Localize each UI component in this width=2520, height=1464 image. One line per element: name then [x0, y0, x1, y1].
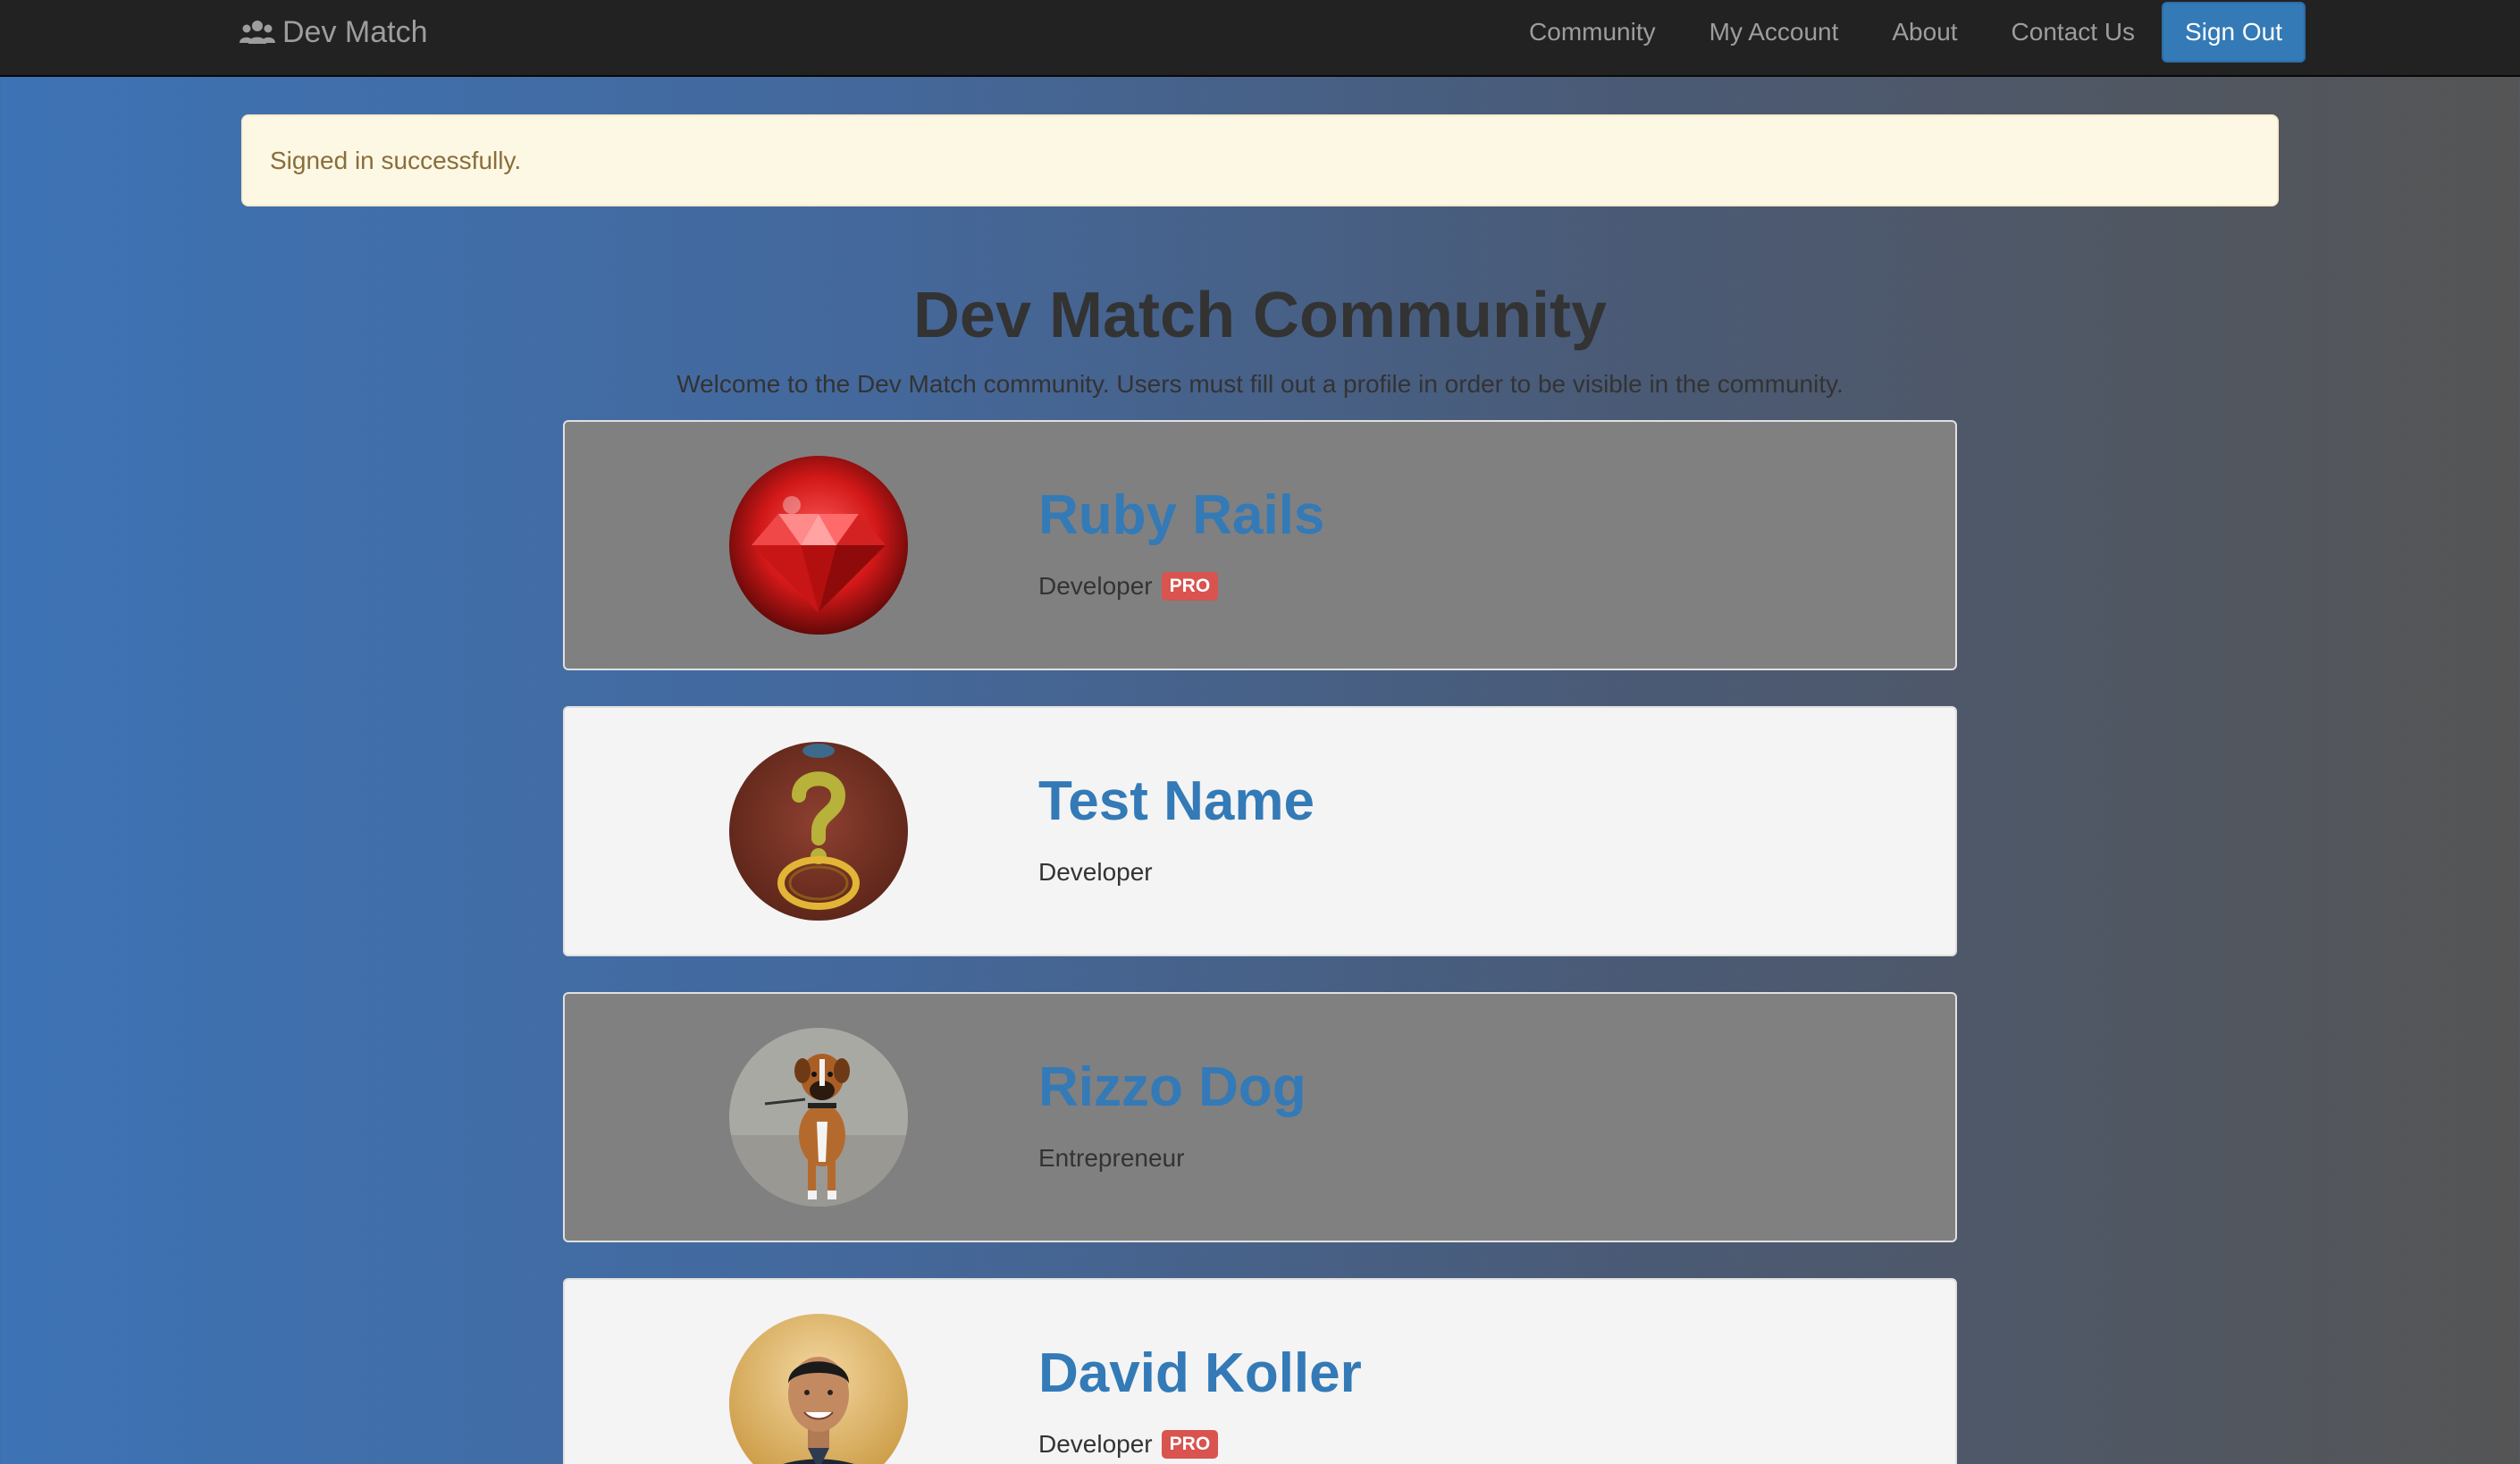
page-title: Dev Match Community — [912, 280, 1608, 351]
users-icon — [239, 19, 275, 46]
profile-role-label: Developer — [1038, 572, 1153, 600]
brand-link[interactable]: Dev Match — [239, 0, 428, 64]
profile-role-label: Developer — [1038, 1430, 1153, 1458]
profile-name-link[interactable]: David Koller — [1038, 1342, 1362, 1405]
flash-alert: Signed in successfully. — [241, 114, 2279, 206]
profile-card-david-koller[interactable]: David Koller Developer PRO — [563, 1278, 1957, 1464]
profile-role: Developer PRO — [1038, 1428, 1219, 1460]
profile-role-label: Entrepreneur — [1038, 1144, 1185, 1172]
profile-role-label: Developer — [1038, 858, 1153, 886]
pro-badge: PRO — [1161, 572, 1219, 601]
profile-name-link[interactable]: Ruby Rails — [1038, 484, 1324, 547]
profile-role: Developer — [1038, 856, 1153, 888]
profile-name-link[interactable]: Test Name — [1038, 770, 1315, 833]
pro-badge: PRO — [1161, 1430, 1219, 1459]
page-subtitle: Welcome to the Dev Match community. User… — [676, 370, 1844, 398]
profile-card-rizzo-dog[interactable]: Rizzo Dog Entrepreneur — [563, 992, 1957, 1242]
ruby-gem-avatar — [729, 456, 908, 635]
profile-role: Entrepreneur — [1038, 1142, 1184, 1174]
sign-out-button[interactable]: Sign Out — [2162, 2, 2306, 63]
nav-links: Community My Account About Contact Us Si… — [1475, 0, 2306, 64]
navbar: Dev Match Community My Account About Con… — [0, 0, 2520, 77]
dog-avatar — [729, 1028, 908, 1207]
brand-name: Dev Match — [282, 14, 428, 49]
profile-card-test-name[interactable]: Test Name Developer — [563, 706, 1957, 956]
nav-link-contact-us[interactable]: Contact Us — [2012, 18, 2136, 46]
profile-role: Developer PRO — [1038, 570, 1219, 602]
nav-link-my-account[interactable]: My Account — [1709, 18, 1839, 46]
nav-link-community[interactable]: Community — [1529, 18, 1656, 46]
person-avatar — [729, 1314, 908, 1464]
question-mark-avatar — [729, 742, 908, 921]
alert-message: Signed in successfully. — [270, 146, 522, 174]
profile-card-ruby-rails[interactable]: Ruby Rails Developer PRO — [563, 420, 1957, 670]
nav-link-about[interactable]: About — [1892, 18, 1957, 46]
profile-name-link[interactable]: Rizzo Dog — [1038, 1056, 1306, 1119]
